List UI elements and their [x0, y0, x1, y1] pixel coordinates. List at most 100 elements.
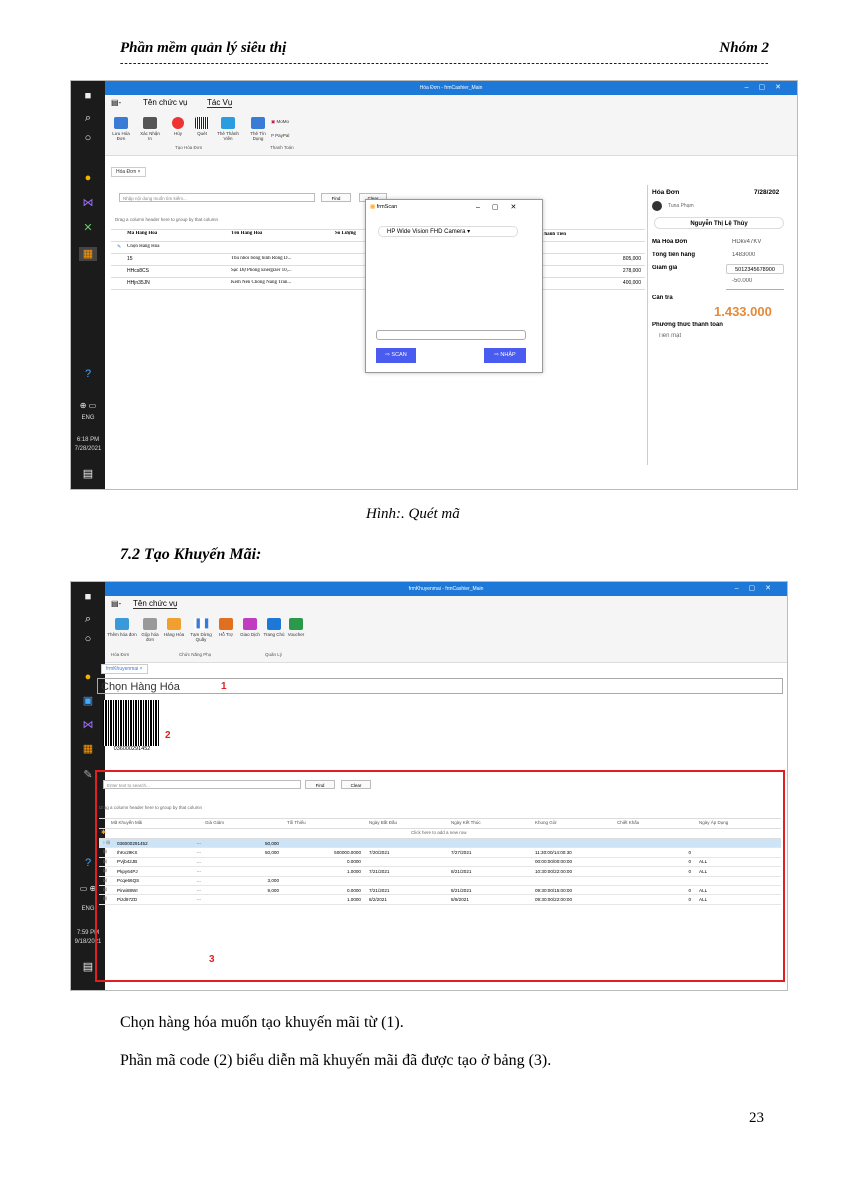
col-item-name[interactable]: Tên Hàng Hóa	[231, 231, 262, 236]
merge-invoice-button[interactable]: Gộp hóa đơn	[139, 618, 161, 642]
chrome-icon[interactable]: ●	[79, 670, 97, 684]
search-input[interactable]: Nhập nội dung muốn tìm kiếm...	[119, 193, 315, 202]
cell-more-icon[interactable]: ...	[197, 868, 201, 873]
table-cell[interactable]: 3,000	[205, 878, 280, 883]
support-button[interactable]: Hỗ Trợ	[215, 618, 237, 637]
scan-enter-button[interactable]: ⇨ NHẬP	[484, 348, 526, 363]
tab-actions[interactable]: Tác Vụ	[207, 98, 233, 108]
help-icon[interactable]: ?	[79, 367, 97, 381]
expand-icon[interactable]: ⊞	[103, 868, 107, 874]
table-cell[interactable]: ALL	[699, 888, 773, 893]
app-icon[interactable]: ▦	[79, 742, 97, 756]
windows-icon[interactable]: ■	[79, 89, 97, 103]
expand-icon[interactable]: ⊞	[103, 887, 107, 893]
table-cell[interactable]: Pkpy64PJ	[117, 869, 191, 874]
clock-date[interactable]: 7/28/2021	[71, 446, 105, 452]
visual-studio-icon[interactable]: ⋈	[79, 718, 97, 732]
table-cell[interactable]: 8/9/2021	[451, 897, 527, 902]
add-invoice-button[interactable]: Thêm hóa đơn	[107, 618, 137, 637]
voucher-button[interactable]: Voucher	[285, 618, 307, 637]
table-cell[interactable]: Pirwi88WI	[117, 888, 191, 893]
table-cell[interactable]: 1.0000	[287, 897, 361, 902]
cortana-icon[interactable]: ○	[79, 632, 97, 646]
col-time-range[interactable]: Khung Giờ	[535, 820, 557, 825]
table-cell[interactable]: 7/21/2021	[369, 869, 443, 874]
col-promo-code[interactable]: Mã Khuyến Mãi	[111, 820, 142, 825]
table-cell[interactable]: 8/2/2021	[369, 897, 443, 902]
tab-role[interactable]: Tên chức vụ	[133, 599, 178, 609]
tab-role[interactable]: Tên chức vụ	[143, 98, 187, 107]
doc-tab-promotion[interactable]: frmKhuyenmai ×	[101, 664, 148, 674]
table-row[interactable]	[99, 839, 781, 849]
table-cell[interactable]: ALL	[699, 859, 773, 864]
table-row-2-code[interactable]: HHcs8CS	[127, 268, 149, 274]
visual-studio-icon[interactable]: ⋈	[79, 196, 97, 210]
table-cell[interactable]: IhKv29KS	[117, 850, 191, 855]
table-cell[interactable]: Pcqe66QS	[117, 878, 191, 883]
table-cell[interactable]: ALL	[699, 897, 773, 902]
col-apply-date[interactable]: Ngày Áp Dụng	[699, 820, 728, 825]
transactions-button[interactable]: Giao Dịch	[239, 618, 261, 637]
add-new-row[interactable]: Click here to add a new row	[411, 830, 467, 835]
table-cell[interactable]: PVjb42JB	[117, 859, 191, 864]
products-button[interactable]: Hàng Hóa	[163, 618, 185, 637]
cell-more-icon[interactable]: ...	[197, 849, 201, 854]
expand-icon[interactable]: ⊞	[103, 878, 107, 884]
table-cell[interactable]: 00:00:00/00:00:00	[535, 859, 609, 864]
cell-more-icon[interactable]: ...	[197, 840, 201, 845]
cell-more-icon[interactable]: ...	[197, 859, 201, 864]
expand-icon[interactable]: ⊞	[103, 896, 107, 902]
col-quantity[interactable]: Số Lượng	[335, 231, 356, 236]
table-row-2-name[interactable]: Sạc Dự Phòng Energizer 10,...	[231, 268, 292, 273]
col-item-code[interactable]: Mã Hàng Hóa	[127, 231, 157, 236]
search-icon[interactable]: ⌕	[79, 111, 97, 125]
table-cell[interactable]: 09:30:00/15:00:00	[535, 888, 609, 893]
col-minimum[interactable]: Tối Thiểu	[287, 820, 306, 825]
ribbon-menu-icon[interactable]: ▤-	[111, 599, 121, 608]
table-cell[interactable]: 11:30:00/14:00:30	[535, 850, 609, 855]
table-cell[interactable]: 0.0000	[287, 888, 361, 893]
table-cell[interactable]: 9,000	[205, 888, 280, 893]
camera-select[interactable]: HP Wide Vision FHD Camera ▾	[378, 226, 518, 237]
table-row-1-name[interactable]: Thú nhồi bông hình Rồng D...	[231, 256, 291, 261]
table-cell[interactable]: 1.0000	[287, 869, 361, 874]
cell-more-icon[interactable]: ...	[197, 878, 201, 883]
clock-time[interactable]: 6:18 PM	[71, 437, 105, 443]
clear-button[interactable]: Clear	[341, 780, 371, 789]
table-row-3-total[interactable]: 400,000	[591, 280, 641, 286]
table-cell[interactable]: 0	[617, 850, 691, 855]
expand-icon[interactable]: ⊞	[103, 859, 107, 865]
customer-field[interactable]: Nguyễn Thị Lệ Thủy	[654, 217, 784, 229]
home-button[interactable]: Trang Chủ	[263, 618, 285, 637]
doc-tab-invoice[interactable]: Hóa Đơn ×	[111, 167, 146, 177]
window-controls[interactable]: –▢✕	[745, 81, 791, 95]
col-start-date[interactable]: Ngày Bắt Đầu	[369, 820, 397, 825]
pause-counter-button[interactable]: ❚❚ Tạm Dừng Quầy	[189, 618, 213, 642]
table-cell[interactable]: 50,000	[205, 841, 279, 846]
scan-dialog-controls[interactable]: –▢✕	[476, 203, 528, 211]
product-combo[interactable]: Chọn Hàng Hóa	[97, 678, 783, 694]
network-icon[interactable]: ⊕ ▭	[79, 399, 97, 413]
col-rebate[interactable]: Chiết Khấu	[617, 820, 639, 825]
table-cell[interactable]: 0	[617, 869, 691, 874]
col-total[interactable]: Thành Tiền	[541, 232, 566, 237]
language[interactable]: ENG	[71, 415, 105, 421]
save-invoice-button[interactable]: Lưu Hóa Đơn	[110, 117, 132, 141]
table-cell[interactable]: 0.0000	[287, 859, 361, 864]
table-cell[interactable]: 500000.0000	[287, 850, 361, 855]
table-row-2-total[interactable]: 278,000	[591, 268, 641, 274]
table-cell[interactable]: 8/21/2021	[451, 869, 527, 874]
table-row[interactable]	[99, 877, 781, 886]
print-button[interactable]: Xác Nhận In	[139, 117, 161, 141]
table-cell[interactable]: 7/20/2021	[369, 850, 443, 855]
cell-more-icon[interactable]: ...	[197, 896, 201, 901]
cell-more-icon[interactable]: ...	[197, 887, 201, 892]
tool-icon[interactable]: ✕	[79, 221, 97, 235]
paypal-button[interactable]: P PayPal	[271, 133, 301, 138]
ribbon-menu-icon[interactable]: ▤-	[111, 98, 121, 107]
item-select-combo[interactable]: Chọn Hàng Hóa	[127, 244, 227, 249]
momo-button[interactable]: ▣ MoMo	[271, 119, 301, 125]
table-cell[interactable]: 10:30:00/22:00:00	[535, 869, 609, 874]
expand-icon[interactable]: › ⊞	[103, 840, 110, 846]
find-button[interactable]: Find	[321, 193, 351, 202]
